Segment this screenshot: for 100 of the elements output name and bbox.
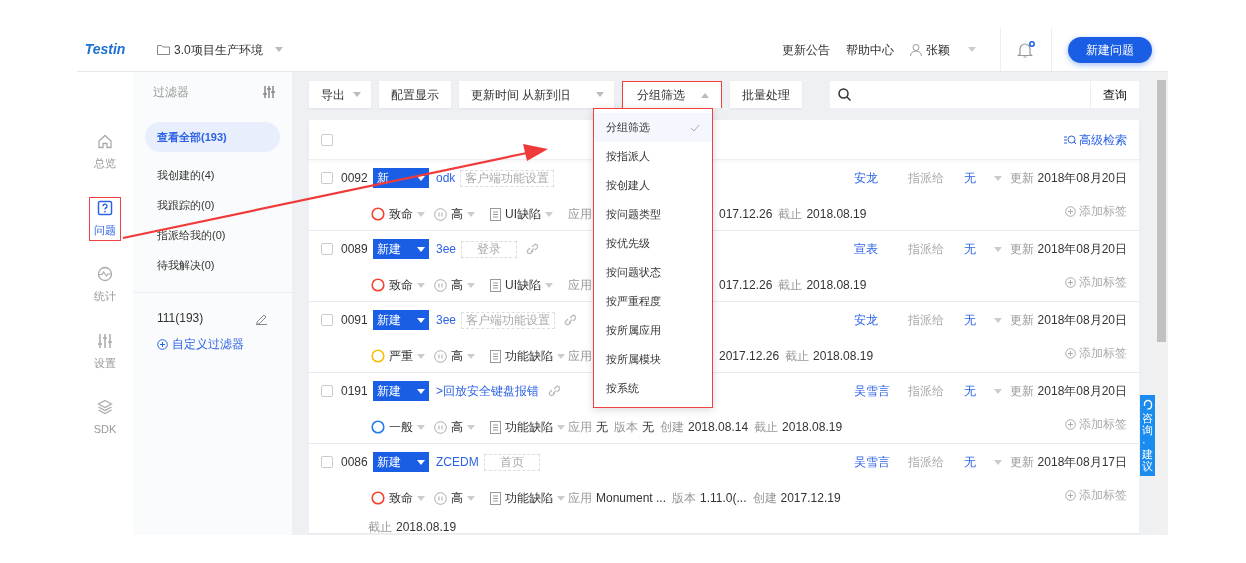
updated-label: 更新 <box>1009 383 1034 400</box>
issue-title[interactable]: odk <box>436 169 456 187</box>
plus-circle-icon[interactable] <box>1065 347 1076 359</box>
menu-item[interactable]: 按系统 <box>594 374 712 403</box>
caret-icon <box>993 246 1002 252</box>
menu-item[interactable]: 按问题状态 <box>594 258 712 287</box>
menu-item[interactable]: 按所属应用 <box>594 316 712 345</box>
pause-circle-icon <box>434 491 447 505</box>
caret-icon <box>417 317 425 323</box>
priority-label[interactable]: 高 <box>451 276 463 294</box>
checkbox[interactable] <box>321 456 333 468</box>
priority-label[interactable]: 高 <box>451 347 463 365</box>
toolbar-button[interactable]: 更新时间 从新到旧 <box>459 81 615 108</box>
caret-icon <box>467 211 475 217</box>
plus-circle-icon[interactable] <box>1065 489 1076 501</box>
caret-icon <box>545 211 553 217</box>
checkbox[interactable] <box>321 133 333 146</box>
menu-item[interactable]: 按所属模块 <box>594 345 712 374</box>
sliders-icon[interactable] <box>262 85 276 99</box>
severity-label[interactable]: 严重 <box>389 347 413 365</box>
caret-icon <box>993 388 1002 394</box>
advanced-search-icon[interactable] <box>1064 133 1076 146</box>
issue-title[interactable]: 3ee <box>436 311 457 329</box>
menu-item[interactable]: 按严重程度 <box>594 287 712 316</box>
link-icon[interactable] <box>563 314 578 326</box>
issue-title[interactable]: ZCEDM <box>436 453 479 471</box>
issue-title[interactable]: 3ee <box>436 240 457 258</box>
assignee[interactable]: 宣表 <box>853 240 908 258</box>
severity-label[interactable]: 一般 <box>389 418 413 436</box>
type-label[interactable]: UI缺陷 <box>505 276 541 294</box>
severity-label[interactable]: 致命 <box>389 276 413 294</box>
issue-id: 0191 <box>341 383 369 400</box>
search-button[interactable]: 查询 <box>1090 81 1139 108</box>
menu-item[interactable]: 按优先级 <box>594 229 712 258</box>
type-label[interactable]: 功能缺陷 <box>505 489 553 507</box>
new-issue-button[interactable]: 新建问题 <box>1068 36 1152 63</box>
assigned-value[interactable]: 无 <box>963 169 994 187</box>
document-icon <box>490 349 501 363</box>
advanced-search-link[interactable]: 高级检索 <box>1079 130 1127 149</box>
caret-icon <box>993 175 1002 181</box>
header-link[interactable]: 更新公告 <box>782 40 830 59</box>
severity-label[interactable]: 致命 <box>389 489 413 507</box>
checkbox[interactable] <box>321 385 333 397</box>
filter-item[interactable]: 指派给我的(0) <box>145 220 280 250</box>
link-icon[interactable] <box>547 385 561 397</box>
assigned-value[interactable]: 无 <box>963 382 994 400</box>
header-link[interactable]: 帮助中心 <box>846 40 894 59</box>
assigned-value[interactable]: 无 <box>963 240 994 258</box>
toolbar-button[interactable]: 导出 <box>309 81 371 108</box>
assigned-value[interactable]: 无 <box>963 453 994 471</box>
plus-circle-icon[interactable] <box>1065 276 1076 288</box>
priority-label[interactable]: 高 <box>451 489 463 507</box>
severity-label[interactable]: 致命 <box>389 205 413 223</box>
bell-icon[interactable] <box>1017 40 1035 59</box>
meta-value: 2017.12.26 <box>719 348 780 365</box>
type-label[interactable]: UI缺陷 <box>505 205 541 223</box>
status-dropdown[interactable]: 新建 <box>373 452 429 472</box>
issue-title[interactable]: >回放安全键盘报错 <box>436 382 539 400</box>
priority-label[interactable]: 高 <box>451 205 463 223</box>
link-icon[interactable] <box>525 243 540 255</box>
checkbox[interactable] <box>321 314 333 326</box>
toolbar-button[interactable]: 配置显示 <box>379 81 451 108</box>
assignee[interactable]: 吴雪言 <box>853 382 908 400</box>
menu-item[interactable]: 分组筛选 <box>594 113 712 142</box>
plus-circle-icon[interactable] <box>157 338 168 350</box>
assignee[interactable]: 吴雪言 <box>853 453 908 471</box>
add-filter-link[interactable]: 自定义过滤器 <box>172 335 244 353</box>
menu-item[interactable]: 按问题类型 <box>594 200 712 229</box>
module-tag: 登录 <box>461 240 518 258</box>
filter-item[interactable]: 我创建的(4) <box>145 160 280 190</box>
plus-circle-icon[interactable] <box>1065 205 1076 217</box>
meta-label: 截止 <box>778 206 803 223</box>
type-label[interactable]: 功能缺陷 <box>505 347 553 365</box>
updated-date: 2018年08月20日 <box>1037 170 1127 187</box>
toolbar-button[interactable]: 分组筛选 <box>622 81 723 108</box>
menu-item[interactable]: 按指派人 <box>594 142 712 171</box>
type-label[interactable]: 功能缺陷 <box>505 418 553 436</box>
filter-item[interactable]: 查看全部(193) <box>145 122 280 152</box>
meta-value: 无 <box>642 419 654 436</box>
project-name[interactable]: 3.0项目生产环境 <box>174 40 263 59</box>
toolbar-button[interactable]: 批量处理 <box>730 81 803 108</box>
meta-value: 2018.08.19 <box>813 348 874 365</box>
updated-date: 2018年08月20日 <box>1037 241 1127 258</box>
assigned-value[interactable]: 无 <box>963 311 994 329</box>
priority-label[interactable]: 高 <box>451 418 463 436</box>
status-dropdown[interactable]: 新建 <box>373 310 429 330</box>
meta-value: 2017.12.19 <box>780 490 841 507</box>
assignee[interactable]: 安龙 <box>853 169 908 187</box>
assignee[interactable]: 安龙 <box>853 311 908 329</box>
menu-item[interactable]: 按创建人 <box>594 171 712 200</box>
user-name[interactable]: 张颖 <box>926 40 950 59</box>
status-dropdown[interactable]: 新建 <box>373 239 429 259</box>
filter-item[interactable]: 我跟踪的(0) <box>145 190 280 220</box>
custom-filter[interactable]: 111(193) <box>157 309 204 327</box>
filter-item[interactable]: 待我解决(0) <box>145 250 280 280</box>
plus-circle-icon[interactable] <box>1065 418 1076 430</box>
nav-item[interactable]: 问题 <box>89 196 121 241</box>
status-dropdown[interactable]: 新建 <box>373 381 429 401</box>
checkbox[interactable] <box>321 243 333 255</box>
checkbox[interactable] <box>321 172 333 184</box>
